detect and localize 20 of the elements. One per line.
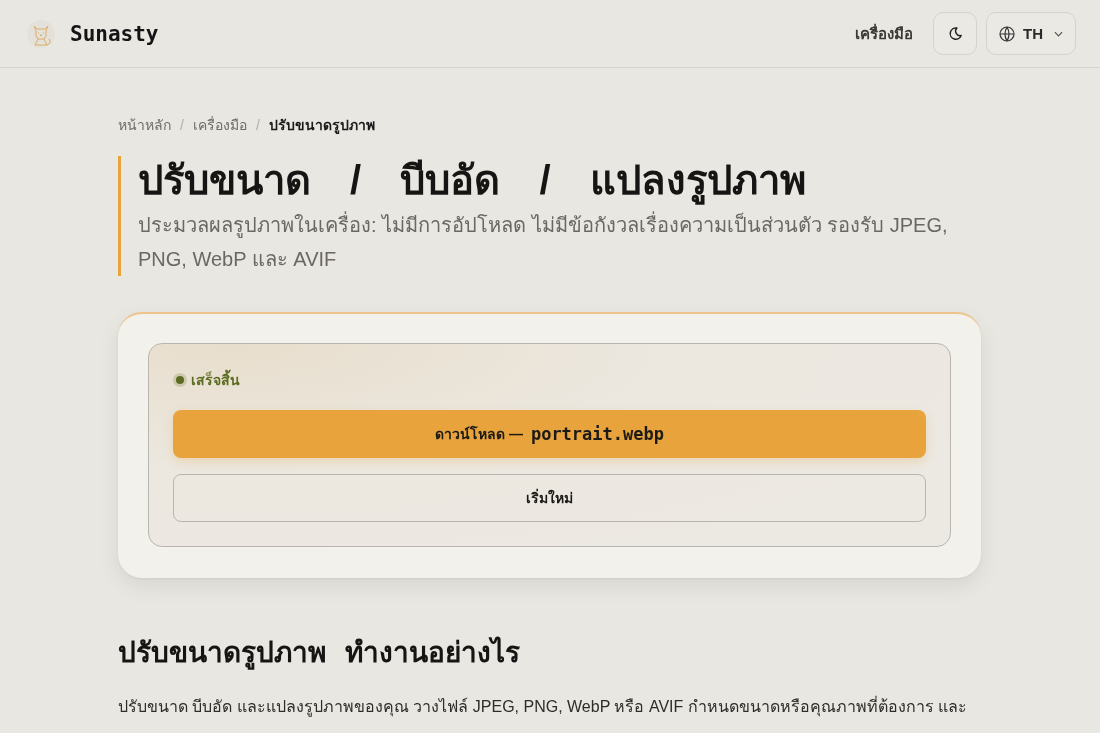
page-subtitle: ประมวลผลรูปภาพในเครื่อง: ไม่มีการอัปโหลด ไม่มีข้อกังวลเรื่องความเป็นส่วนตัว รองรับ JPEG, PNG, WebP และ AVIF <box>138 208 981 276</box>
breadcrumb-link[interactable]: เครื่องมือ <box>192 114 247 136</box>
status-label: เสร็จสิ้น <box>191 369 240 391</box>
breadcrumb-link[interactable]: ปรับขนาดรูปภาพ <box>268 114 375 136</box>
globe-icon <box>999 25 1015 42</box>
breadcrumb-link[interactable]: หน้าหลัก <box>118 114 171 136</box>
moon-icon <box>947 26 963 41</box>
language-button[interactable]: TH <box>986 12 1076 55</box>
breadcrumb-separator: / <box>180 117 184 133</box>
section-paragraph: ปรับขนาด บีบอัด และแปลงรูปภาพของคุณ วางไฟล์ JPEG, PNG, WebP หรือ AVIF กำหนดขนาดหรือคุณภาพที่ต้องการ และ <box>118 695 969 719</box>
section-heading: ปรับขนาดรูปภาพ ทำงานอย่างไร <box>118 635 521 672</box>
theme-toggle-button[interactable] <box>933 12 977 55</box>
breadcrumb-separator: / <box>255 117 260 133</box>
restart-button[interactable]: เริ่มใหม่ <box>173 474 926 522</box>
download-button[interactable]: ดาวน์โหลด — portrait.webp <box>173 410 926 458</box>
cat-icon <box>26 18 56 49</box>
chevron-down-icon <box>1054 30 1063 37</box>
page-title: ปรับขนาด / บีบอัด / แปลงรูปภาพ <box>138 156 981 204</box>
brand-name[interactable]: Sunasty <box>70 21 159 46</box>
tools-nav-link[interactable]: เครื่องมือ <box>855 21 913 46</box>
